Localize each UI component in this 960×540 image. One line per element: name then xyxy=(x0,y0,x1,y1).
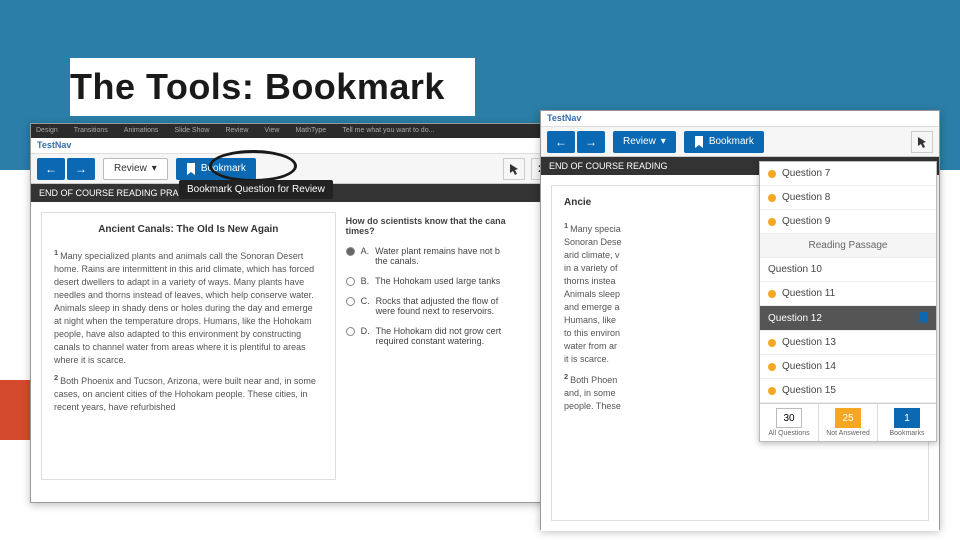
dropdown-item[interactable]: Question 15 xyxy=(760,379,936,403)
dropdown-item[interactable]: Question 10 xyxy=(760,258,936,282)
pointer-button[interactable] xyxy=(503,158,525,180)
toolbar: ← → Review▾ Bookmark Question 7Question … xyxy=(541,127,939,157)
review-dropdown[interactable]: Review▾ xyxy=(103,158,168,180)
dropdown-item[interactable]: Question 8 xyxy=(760,186,936,210)
filter-all[interactable]: 30All Questions xyxy=(760,404,819,441)
dropdown-item[interactable]: Question 13 xyxy=(760,331,936,355)
forward-button[interactable]: → xyxy=(577,131,605,153)
status-dot-icon xyxy=(768,218,776,226)
dropdown-item[interactable]: Question 14 xyxy=(760,355,936,379)
dropdown-item[interactable]: Question 12 xyxy=(760,306,936,331)
status-dot-icon xyxy=(768,387,776,395)
slide: The Tools: Bookmark DesignTransitionsAni… xyxy=(0,0,960,540)
dropdown-footer: 30All Questions 25Not Answered 1Bookmark… xyxy=(760,403,936,441)
status-dot-icon xyxy=(768,194,776,202)
toolbar: ← → Review▾ Bookmark ✕ Bookmark Question… xyxy=(31,154,559,184)
dropdown-item[interactable]: Question 11 xyxy=(760,282,936,306)
dropdown-item[interactable]: Question 7 xyxy=(760,162,936,186)
app-name: TestNav xyxy=(541,111,939,127)
bookmark-tooltip: Bookmark Question for Review xyxy=(179,180,333,199)
screenshot-left: DesignTransitionsAnimationsSlide ShowRev… xyxy=(30,123,560,503)
content-area: Ancient Canals: The Old Is New Again 1Ma… xyxy=(31,202,559,490)
forward-button[interactable]: → xyxy=(67,158,95,180)
dropdown-item[interactable]: Question 9 xyxy=(760,210,936,234)
choice-d[interactable]: D.The Hohokam did not grow certrequired … xyxy=(346,326,547,346)
dropdown-item: Reading Passage xyxy=(760,234,936,258)
choice-a[interactable]: A.Water plant remains have not bthe cana… xyxy=(346,246,547,266)
bookmark-icon xyxy=(694,136,704,148)
filter-not-answered[interactable]: 25Not Answered xyxy=(819,404,878,441)
status-dot-icon xyxy=(768,339,776,347)
bookmark-icon xyxy=(186,163,196,175)
office-ribbon: DesignTransitionsAnimationsSlide ShowRev… xyxy=(31,124,559,138)
question-stem: How do scientists know that the canatime… xyxy=(346,216,547,236)
slide-title: The Tools: Bookmark xyxy=(70,58,475,116)
choice-b[interactable]: B.The Hohokam used large tanks xyxy=(346,276,547,286)
bookmark-button[interactable]: Bookmark xyxy=(684,131,764,153)
status-dot-icon xyxy=(768,290,776,298)
back-button[interactable]: ← xyxy=(547,131,575,153)
review-dropdown-menu: Question 7Question 8Question 9Reading Pa… xyxy=(759,161,937,442)
passage-title: Ancient Canals: The Old Is New Again xyxy=(54,223,323,238)
review-dropdown[interactable]: Review▾ xyxy=(613,131,676,153)
pointer-button[interactable] xyxy=(911,131,933,153)
chevron-down-icon: ▾ xyxy=(152,163,157,174)
choice-c[interactable]: C.Rocks that adjusted the flow ofwere fo… xyxy=(346,296,547,316)
accent-bar xyxy=(0,380,30,440)
bookmark-button[interactable]: Bookmark xyxy=(176,158,256,180)
chevron-down-icon: ▾ xyxy=(661,136,666,147)
screenshot-right: TestNav ← → Review▾ Bookmark Question 7Q… xyxy=(540,110,940,530)
status-dot-icon xyxy=(768,363,776,371)
passage-panel: Ancient Canals: The Old Is New Again 1Ma… xyxy=(41,212,336,480)
bookmark-icon xyxy=(918,312,928,324)
status-dot-icon xyxy=(768,170,776,178)
question-panel: How do scientists know that the canatime… xyxy=(344,212,549,480)
back-button[interactable]: ← xyxy=(37,158,65,180)
app-name: TestNav xyxy=(31,138,559,154)
filter-bookmarks[interactable]: 1Bookmarks xyxy=(878,404,936,441)
